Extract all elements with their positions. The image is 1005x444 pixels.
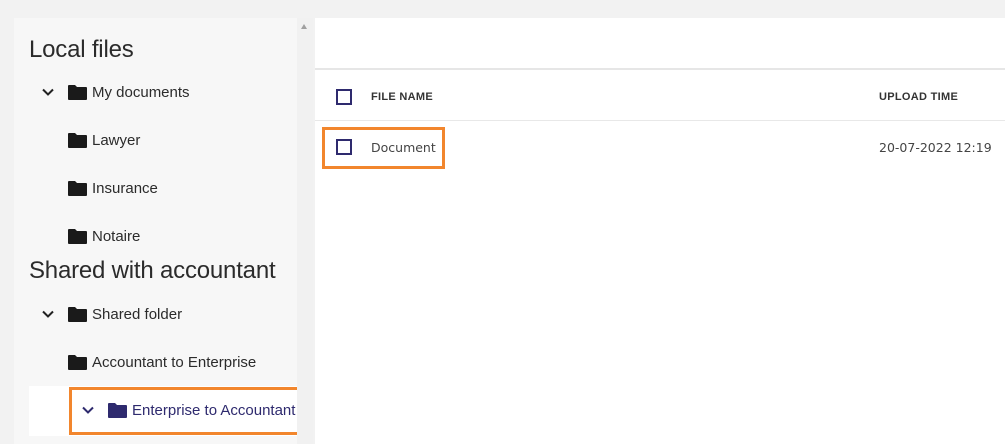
- scroll-up-arrow-icon[interactable]: [301, 24, 307, 29]
- file-name-cell[interactable]: Document: [371, 140, 436, 155]
- table-row[interactable]: Document 20-07-2022 12:19: [315, 121, 1005, 171]
- folder-icon: [68, 84, 87, 100]
- tree-item-notaire[interactable]: Notaire: [68, 216, 140, 256]
- folder-icon: [68, 180, 87, 196]
- folder-icon: [68, 132, 87, 148]
- column-header-file-name[interactable]: FILE NAME: [371, 91, 433, 103]
- tree-item-label: Lawyer: [92, 131, 141, 149]
- chevron-down-icon[interactable]: [41, 85, 55, 99]
- tree-item-label: My documents: [92, 83, 190, 101]
- file-list-panel: FILE NAME UPLOAD TIME Document 20-07-202…: [315, 18, 1005, 444]
- tree-item-label: Shared folder: [92, 305, 183, 323]
- tree-item-label: Insurance: [92, 179, 158, 197]
- tree-item-enterprise-to-accountant[interactable]: Enterprise to Accountant: [81, 390, 295, 430]
- select-all-checkbox[interactable]: [336, 89, 352, 105]
- folder-sidebar: Local files My documents Lawyer Insuranc…: [14, 18, 297, 444]
- table-header: FILE NAME UPLOAD TIME: [315, 70, 1005, 121]
- tree-item-shared-folder[interactable]: Shared folder: [41, 294, 182, 334]
- tree-item-label: Notaire: [92, 227, 141, 245]
- folder-icon: [68, 354, 87, 370]
- tree-item-accountant-to-enterprise[interactable]: Accountant to Enterprise: [68, 342, 256, 382]
- tree-item-my-documents[interactable]: My documents: [41, 72, 190, 112]
- folder-icon: [108, 402, 127, 418]
- chevron-down-icon[interactable]: [81, 403, 95, 417]
- tree-item-insurance[interactable]: Insurance: [68, 168, 158, 208]
- upload-time-cell: 20-07-2022 12:19: [879, 140, 992, 155]
- tree-item-label: Accountant to Enterprise: [92, 353, 257, 371]
- row-checkbox[interactable]: [336, 139, 352, 155]
- chevron-down-icon[interactable]: [41, 307, 55, 321]
- section-title-shared-with-accountant: Shared with accountant: [29, 257, 276, 284]
- tree-item-lawyer[interactable]: Lawyer: [68, 120, 140, 160]
- tree-item-label: Enterprise to Accountant: [132, 401, 296, 419]
- folder-icon: [68, 228, 87, 244]
- column-header-upload-time[interactable]: UPLOAD TIME: [879, 91, 958, 103]
- section-title-local-files: Local files: [29, 36, 134, 63]
- sidebar-scrollbar[interactable]: [297, 18, 313, 444]
- toolbar: [315, 18, 1005, 70]
- folder-icon: [68, 306, 87, 322]
